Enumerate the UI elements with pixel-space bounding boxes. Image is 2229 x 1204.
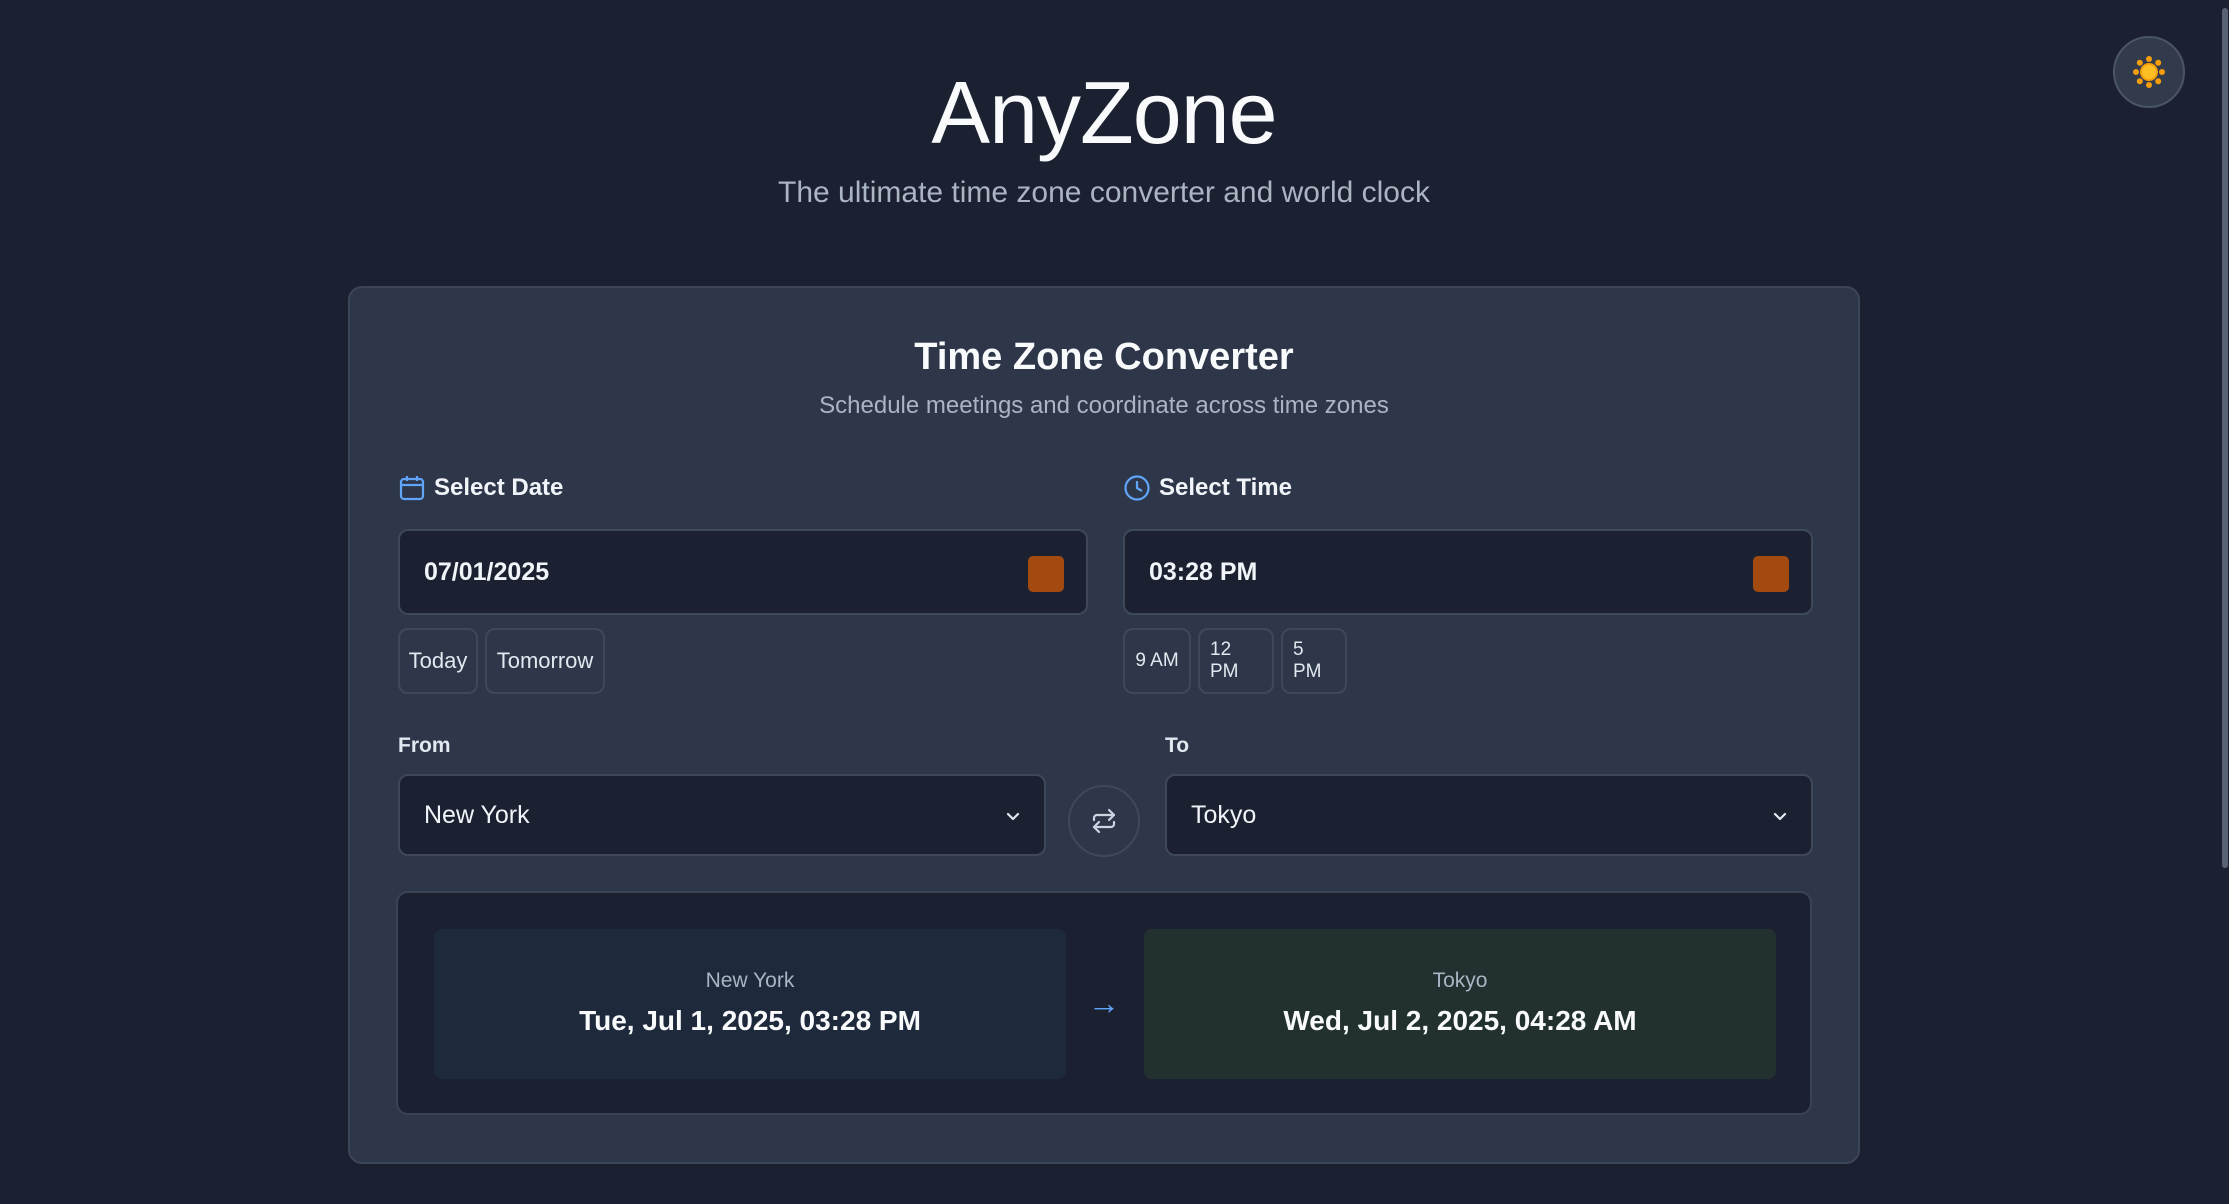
date-value: 07/01/2025 <box>424 557 550 586</box>
clock-icon <box>1124 475 1150 501</box>
to-result-box: Tokyo Wed, Jul 2, 2025, 04:28 AM <box>1144 929 1776 1079</box>
chevron-down-icon <box>1773 812 1787 821</box>
converter-title: Time Zone Converter <box>914 336 1294 378</box>
to-select[interactable]: Tokyo <box>1165 774 1813 856</box>
calendar-icon <box>399 476 425 501</box>
time-value: 03:28 PM <box>1149 557 1258 586</box>
app-subtitle: The ultimate time zone converter and wor… <box>778 176 1430 209</box>
to-selected-value: Tokyo <box>1191 800 1257 829</box>
swap-icon <box>1092 808 1116 834</box>
quick-time-9am-button[interactable]: 9 AM <box>1123 628 1191 694</box>
to-result-time: Wed, Jul 2, 2025, 04:28 AM <box>1283 1005 1637 1036</box>
scrollbar-thumb[interactable] <box>2222 8 2228 868</box>
page-scrollbar[interactable] <box>2219 0 2229 1204</box>
app-title: AnyZone <box>931 63 1277 162</box>
time-picker-icon[interactable] <box>1753 556 1789 592</box>
date-picker-icon[interactable] <box>1028 556 1064 592</box>
tomorrow-button[interactable]: Tomorrow <box>485 628 605 694</box>
from-result-box: New York Tue, Jul 1, 2025, 03:28 PM <box>434 929 1066 1079</box>
chevron-down-icon <box>1006 812 1020 821</box>
from-label: From <box>398 734 451 757</box>
conversion-result-panel: New York Tue, Jul 1, 2025, 03:28 PM → To… <box>396 891 1812 1115</box>
to-label: To <box>1165 734 1190 757</box>
today-button[interactable]: Today <box>398 628 478 694</box>
arrow-right-icon: → <box>1088 985 1120 1021</box>
time-input[interactable]: 03:28 PM <box>1123 529 1813 615</box>
to-result-city: Tokyo <box>1432 969 1488 992</box>
from-select[interactable]: New York <box>398 774 1046 856</box>
date-input[interactable]: 07/01/2025 <box>398 529 1088 615</box>
from-result-city: New York <box>705 969 795 992</box>
converter-subtitle: Schedule meetings and coordinate across … <box>819 392 1389 419</box>
select-date-label: Select Date <box>398 474 563 502</box>
from-selected-value: New York <box>424 800 530 829</box>
page: AnyZone The ultimate time zone converter… <box>0 0 2229 1204</box>
quick-time-5pm-button[interactable]: 5 PM <box>1281 628 1347 694</box>
quick-time-12pm-button[interactable]: 12 PM <box>1198 628 1274 694</box>
select-date-text: Select Date <box>434 474 564 501</box>
from-result-time: Tue, Jul 1, 2025, 03:28 PM <box>579 1005 921 1036</box>
select-time-text: Select Time <box>1159 474 1292 501</box>
swap-timezones-button[interactable] <box>1068 785 1140 857</box>
select-time-label: Select Time <box>1123 474 1292 502</box>
